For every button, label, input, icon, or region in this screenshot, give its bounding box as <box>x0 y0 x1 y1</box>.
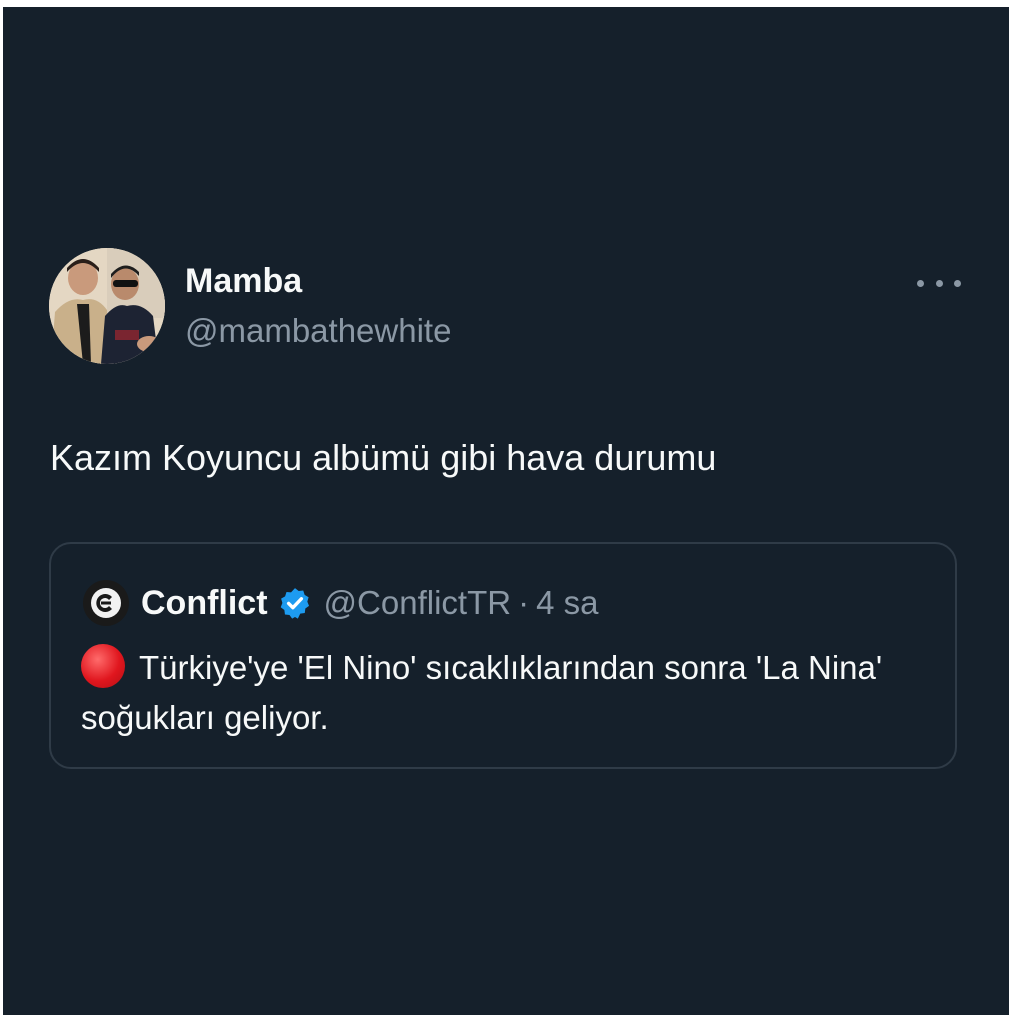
conflict-logo-icon <box>91 588 121 618</box>
quote-text-content: Türkiye'ye 'El Nino' sıcaklıklarından so… <box>81 649 883 736</box>
avatar-photo <box>49 248 165 364</box>
more-dot <box>917 279 924 287</box>
verified-badge-icon <box>280 588 309 619</box>
quote-avatar[interactable] <box>83 580 129 626</box>
screen: Mamba @mambathewhite Kazım Koyuncu albüm… <box>3 7 1009 1015</box>
more-dot <box>935 279 943 287</box>
more-dot <box>954 279 961 287</box>
quote-timestamp[interactable]: 4 sa <box>536 584 598 622</box>
quote-text: Türkiye'ye 'El Nino' sıcaklıklarından so… <box>81 643 941 743</box>
avatar[interactable] <box>49 248 165 364</box>
tweet-text: Kazım Koyuncu albümü gibi hava durumu <box>50 437 717 478</box>
tweet: Mamba @mambathewhite Kazım Koyuncu albüm… <box>3 7 1009 1015</box>
quote-separator: · <box>518 584 530 621</box>
quote-handle[interactable]: @ConflictTR <box>324 584 512 622</box>
quote-tweet-card[interactable]: Conflict @ConflictTR · 4 sa Türkiye'ye '… <box>49 542 957 769</box>
red-circle-icon <box>81 644 125 688</box>
display-name[interactable]: Mamba <box>185 262 302 301</box>
more-horizontal-icon[interactable] <box>917 271 961 295</box>
quote-header: Conflict @ConflictTR · 4 sa <box>83 580 598 626</box>
quote-display-name[interactable]: Conflict <box>141 584 268 623</box>
user-handle[interactable]: @mambathewhite <box>185 312 451 350</box>
